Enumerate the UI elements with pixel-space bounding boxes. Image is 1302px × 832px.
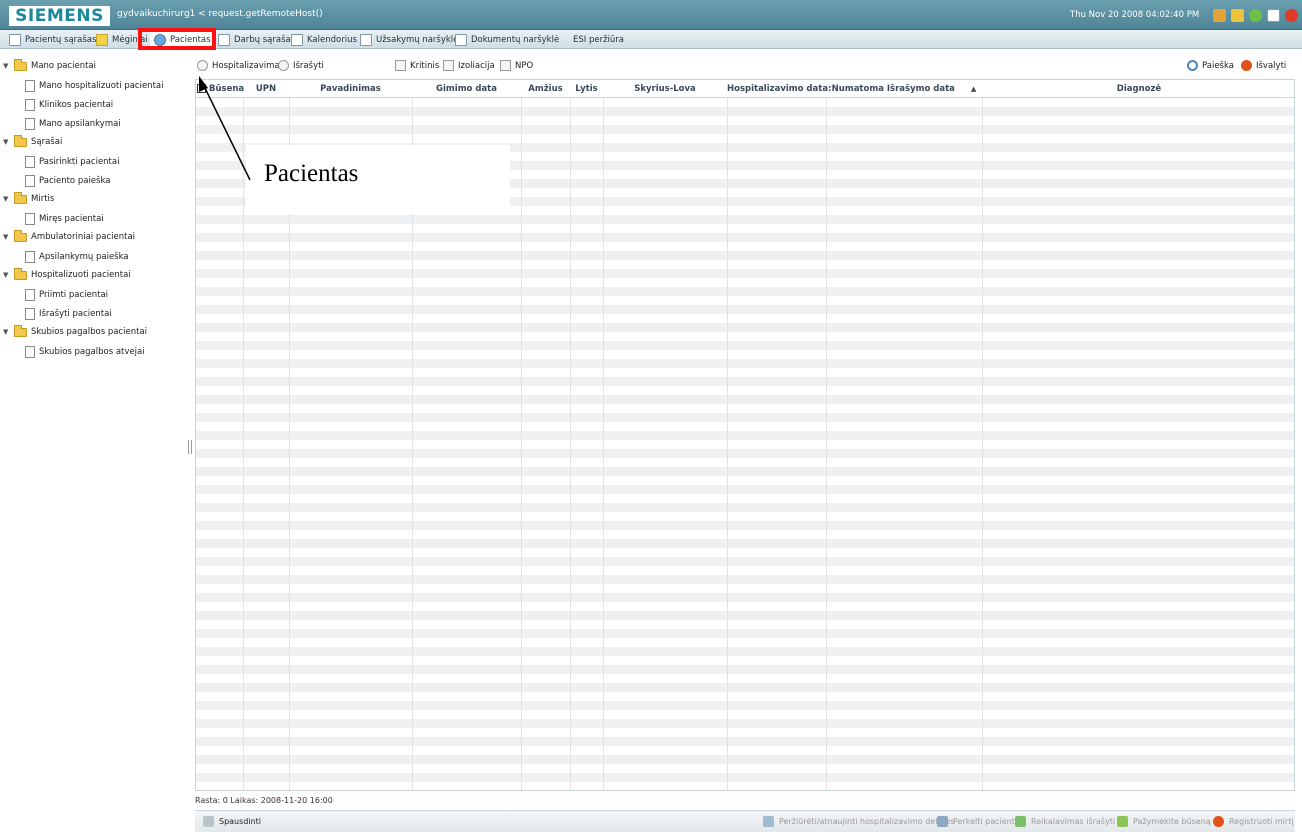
arrow-line	[202, 83, 251, 181]
annotation-arrow	[199, 76, 251, 181]
arrow-head	[199, 76, 208, 92]
